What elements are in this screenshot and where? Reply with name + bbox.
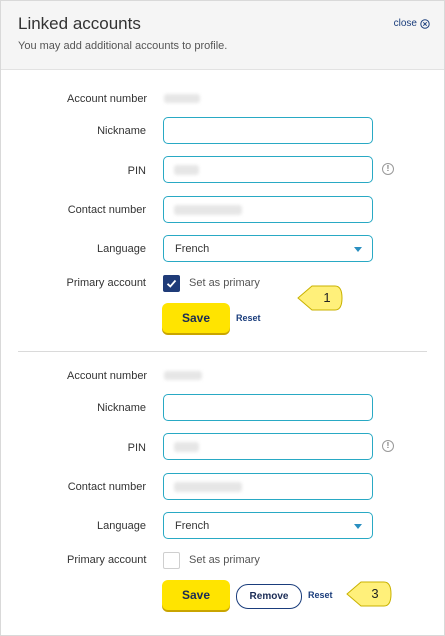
pin-value-redacted bbox=[174, 165, 199, 175]
section-divider bbox=[18, 351, 427, 352]
contact-number-value-redacted bbox=[174, 205, 242, 215]
panel-header: Linked accounts You may add additional a… bbox=[1, 1, 444, 70]
chevron-down-icon bbox=[354, 247, 362, 252]
account-number-label: Account number bbox=[67, 370, 148, 382]
pin-label: PIN bbox=[127, 442, 146, 454]
pin-value-redacted bbox=[174, 442, 199, 452]
page-title: Linked accounts bbox=[18, 14, 141, 33]
linked-accounts-panel: Linked accounts You may add additional a… bbox=[0, 0, 445, 636]
account-number-value-redacted bbox=[164, 94, 200, 103]
save-button[interactable]: Save bbox=[162, 580, 230, 610]
language-label: Language bbox=[97, 520, 146, 532]
page-subtitle: You may add additional accounts to profi… bbox=[18, 40, 228, 52]
chevron-down-icon bbox=[354, 524, 362, 529]
reset-link[interactable]: Reset bbox=[308, 590, 333, 600]
contact-number-input[interactable] bbox=[163, 196, 373, 223]
account-number-label: Account number bbox=[67, 93, 148, 105]
nickname-label: Nickname bbox=[97, 402, 146, 414]
set-as-primary-label: Set as primary bbox=[189, 554, 260, 566]
reset-link[interactable]: Reset bbox=[236, 313, 261, 323]
account-number-value-redacted bbox=[164, 371, 202, 380]
nickname-label: Nickname bbox=[97, 125, 146, 137]
primary-account-checkbox[interactable] bbox=[163, 552, 180, 569]
language-select[interactable]: French bbox=[163, 235, 373, 262]
callout-number-3: 3 bbox=[371, 586, 379, 601]
primary-account-label: Primary account bbox=[66, 277, 146, 289]
close-label: close bbox=[393, 18, 417, 29]
contact-number-label: Contact number bbox=[67, 204, 146, 216]
set-as-primary-label: Set as primary bbox=[189, 277, 260, 289]
pin-label: PIN bbox=[127, 165, 146, 177]
pin-input[interactable] bbox=[163, 156, 373, 183]
contact-number-label: Contact number bbox=[67, 481, 146, 493]
close-button[interactable]: close bbox=[394, 18, 430, 29]
contact-number-value-redacted bbox=[174, 482, 242, 492]
save-button[interactable]: Save bbox=[162, 303, 230, 333]
language-label: Language bbox=[97, 243, 146, 255]
checkmark-icon bbox=[166, 279, 177, 288]
info-icon[interactable]: ! bbox=[382, 440, 394, 452]
callout-number-1: 1 bbox=[323, 290, 331, 305]
nickname-input[interactable] bbox=[163, 117, 373, 144]
language-selected-value: French bbox=[175, 520, 210, 532]
language-select[interactable]: French bbox=[163, 512, 373, 539]
pin-input[interactable] bbox=[163, 433, 373, 460]
info-icon[interactable]: ! bbox=[382, 163, 394, 175]
close-icon bbox=[420, 18, 430, 29]
language-selected-value: French bbox=[175, 243, 210, 255]
primary-account-label: Primary account bbox=[67, 554, 147, 566]
remove-button[interactable]: Remove bbox=[236, 584, 302, 609]
primary-account-checkbox[interactable] bbox=[163, 275, 180, 292]
nickname-input[interactable] bbox=[163, 394, 373, 421]
contact-number-input[interactable] bbox=[163, 473, 373, 500]
